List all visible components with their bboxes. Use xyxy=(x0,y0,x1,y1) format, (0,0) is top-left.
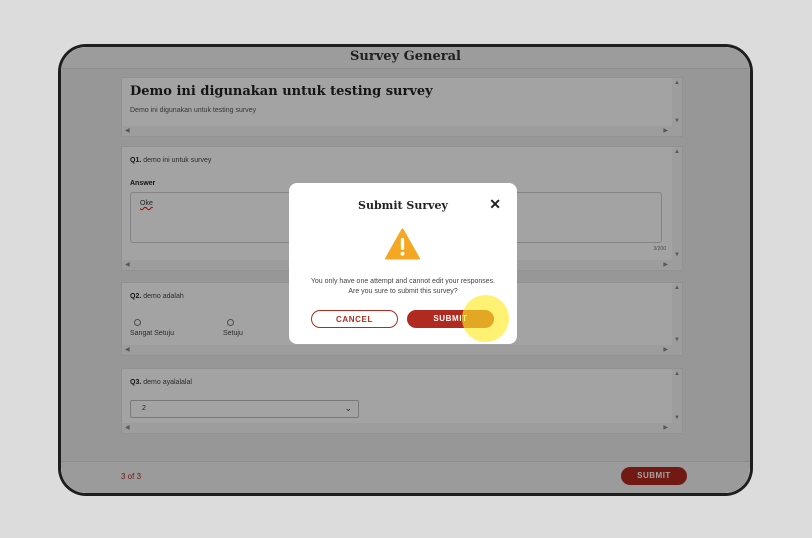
warning-icon xyxy=(385,228,420,260)
dialog-message: You only have one attempt and cannot edi… xyxy=(310,278,496,295)
dialog-title: Submit Survey xyxy=(358,199,448,212)
cursor-highlight xyxy=(462,295,509,342)
cancel-button[interactable]: CANCEL xyxy=(311,310,398,328)
close-icon[interactable]: ✕ xyxy=(489,196,501,213)
